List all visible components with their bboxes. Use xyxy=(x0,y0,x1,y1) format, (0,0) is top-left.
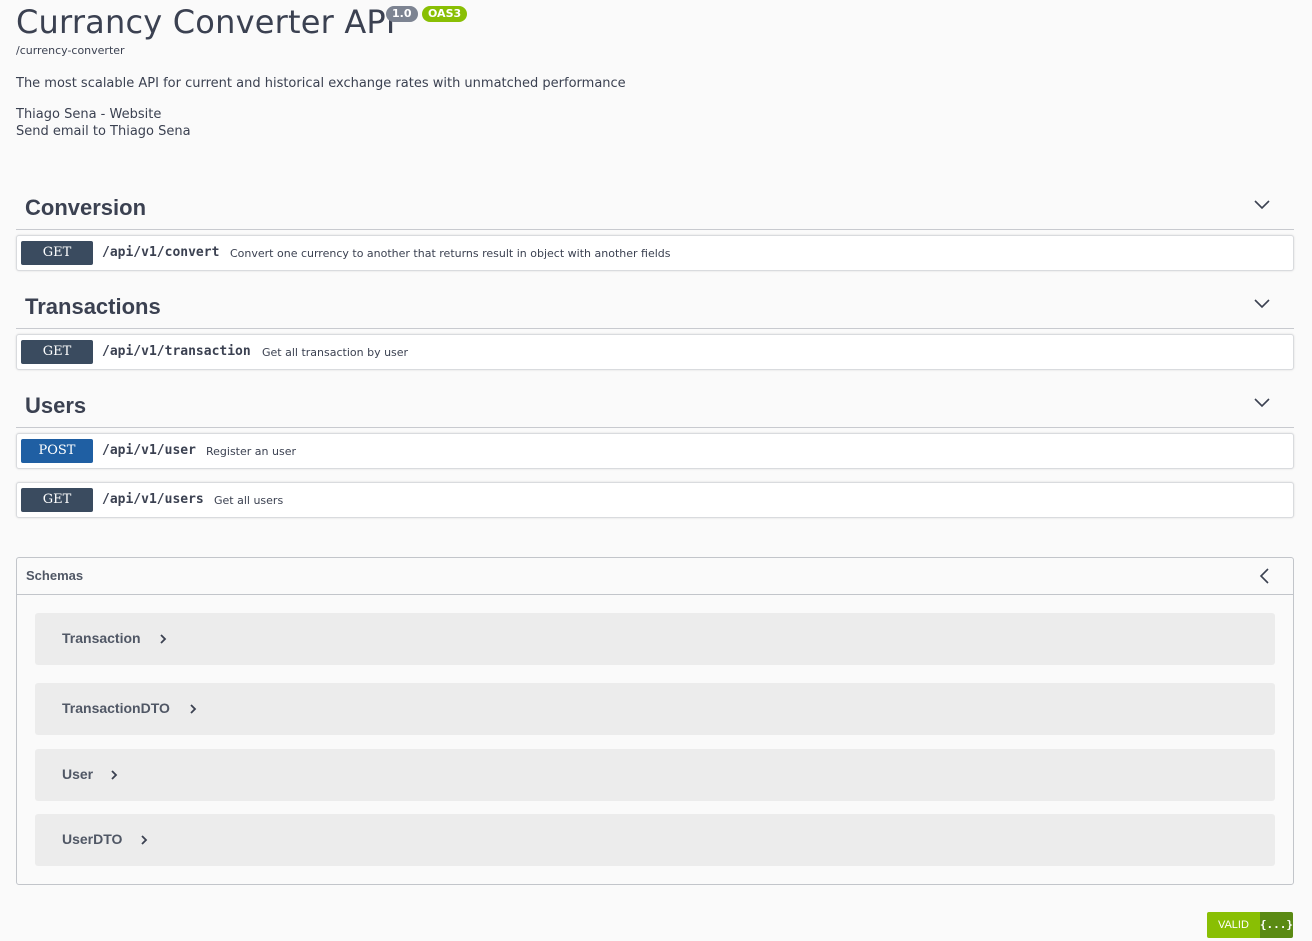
tag-header-users[interactable]: Users xyxy=(16,380,1294,428)
schema-model-transactiondto[interactable]: TransactionDTO xyxy=(35,683,1275,735)
method-badge: POST xyxy=(21,439,93,463)
chevron-down-icon[interactable] xyxy=(1254,295,1270,311)
tag-section-conversion: Conversion GET /api/v1/convert Convert o… xyxy=(16,182,1294,271)
api-description: The most scalable API for current and hi… xyxy=(16,76,626,91)
contact-info: Thiago Sena - Website Send email to Thia… xyxy=(16,106,191,140)
operation-path: /api/v1/user xyxy=(102,443,196,458)
model-name: TransactionDTO xyxy=(62,700,170,716)
chevron-right-icon xyxy=(141,835,148,845)
chevron-down-icon[interactable] xyxy=(1254,394,1270,410)
method-badge: GET xyxy=(21,340,93,364)
operation-summary: Get all users xyxy=(214,494,284,507)
schemas-header[interactable]: Schemas xyxy=(17,558,1293,595)
schema-model-user[interactable]: User xyxy=(35,749,1275,801)
operation-post-user[interactable]: POST /api/v1/user Register an user xyxy=(16,433,1294,469)
operation-summary: Get all transaction by user xyxy=(262,346,409,359)
schemas-section: Schemas Transaction TransactionDTO User … xyxy=(16,557,1294,885)
operation-path: /api/v1/users xyxy=(102,492,204,507)
operation-get-users[interactable]: GET /api/v1/users Get all users xyxy=(16,482,1294,518)
operation-path: /api/v1/transaction xyxy=(102,344,251,359)
json-braces-icon: {...} xyxy=(1259,912,1293,938)
model-name: User xyxy=(62,766,94,782)
schemas-title: Schemas xyxy=(26,568,84,583)
validator-badge[interactable]: VALID {...} xyxy=(1207,912,1293,938)
schema-model-userdto[interactable]: UserDTO xyxy=(35,814,1275,866)
tag-name: Conversion xyxy=(25,195,147,220)
validator-label: VALID xyxy=(1207,912,1260,938)
operation-summary: Convert one currency to another that ret… xyxy=(230,247,671,260)
contact-website-link[interactable]: Thiago Sena - Website xyxy=(16,106,191,123)
chevron-right-icon xyxy=(190,704,197,714)
version-badge: 1.0 xyxy=(386,6,418,22)
chevron-right-icon xyxy=(111,770,118,780)
tag-name: Transactions xyxy=(25,294,161,319)
tag-header-conversion[interactable]: Conversion xyxy=(16,182,1294,230)
tag-section-transactions: Transactions GET /api/v1/transaction Get… xyxy=(16,281,1294,370)
chevron-right-icon xyxy=(160,634,167,644)
model-name: Transaction xyxy=(62,630,141,646)
method-badge: GET xyxy=(21,241,93,265)
operation-summary: Register an user xyxy=(206,445,296,458)
operation-path: /api/v1/convert xyxy=(102,245,220,260)
base-url: /currency-converter xyxy=(16,44,125,57)
contact-email-link[interactable]: Send email to Thiago Sena xyxy=(16,123,191,140)
tag-section-users: Users POST /api/v1/user Register an user… xyxy=(16,380,1294,518)
tag-header-transactions[interactable]: Transactions xyxy=(16,281,1294,329)
model-name: UserDTO xyxy=(62,831,123,847)
operation-get-convert[interactable]: GET /api/v1/convert Convert one currency… xyxy=(16,235,1294,271)
oas-badge: OAS3 xyxy=(422,6,468,22)
chevron-down-icon[interactable] xyxy=(1254,196,1270,212)
tag-name: Users xyxy=(25,393,87,418)
api-title-row: Currancy Converter API 1.0 OAS3 xyxy=(16,2,468,42)
chevron-left-icon[interactable] xyxy=(1257,568,1273,584)
method-badge: GET xyxy=(21,488,93,512)
api-title: Currancy Converter API xyxy=(16,3,396,41)
schema-model-transaction[interactable]: Transaction xyxy=(35,613,1275,665)
operation-get-transaction[interactable]: GET /api/v1/transaction Get all transact… xyxy=(16,334,1294,370)
